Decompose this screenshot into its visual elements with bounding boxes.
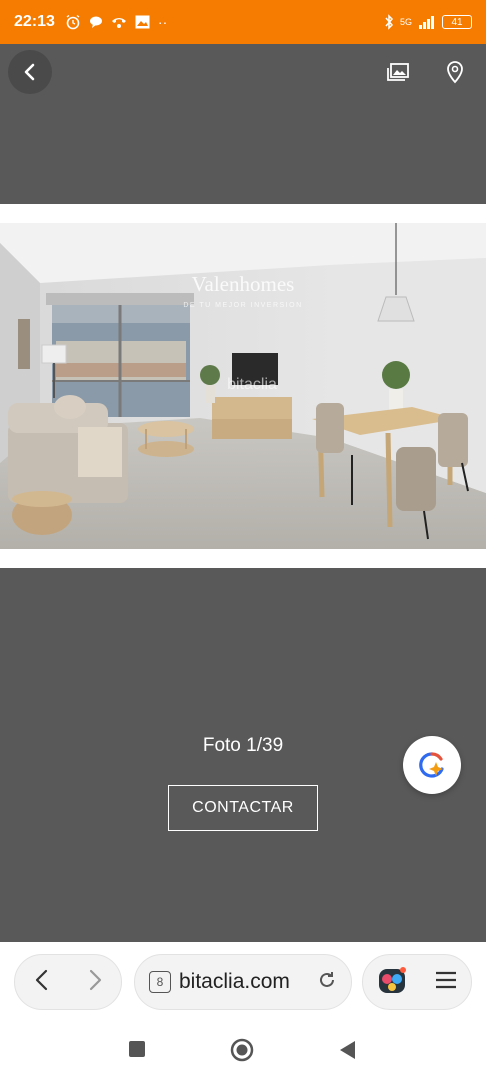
battery-level: 41 <box>451 16 463 28</box>
reload-icon <box>320 971 334 987</box>
battery-icon: 41 <box>442 15 472 29</box>
chat-icon <box>89 16 102 28</box>
hamburger-menu-icon <box>435 971 456 988</box>
chevron-right-icon <box>89 969 101 990</box>
status-overflow: ·· <box>157 14 168 30</box>
network-type: 5G <box>399 17 412 27</box>
chevron-left-icon <box>24 63 35 81</box>
gallery-view-button[interactable] <box>386 60 410 84</box>
living-room-image: Valenhomes DE TU MEJOR INVERSION bitacli… <box>0 223 486 549</box>
status-system-icons: 5G 41 <box>384 14 472 30</box>
chevron-left-icon <box>35 969 47 990</box>
gallery-icon <box>387 63 409 81</box>
triangle-back-icon <box>340 1041 355 1059</box>
watermark-site: bitaclia <box>227 376 277 393</box>
recent-apps-button[interactable] <box>128 1040 146 1063</box>
url-text[interactable]: bitaclia.com <box>179 970 309 994</box>
back-button[interactable] <box>8 50 52 94</box>
listing-photo[interactable]: Valenhomes DE TU MEJOR INVERSION bitacli… <box>0 223 486 549</box>
reload-button[interactable] <box>317 970 337 995</box>
bluetooth-icon <box>385 14 394 30</box>
extension-icon <box>378 966 406 993</box>
status-time: 22:13 <box>14 13 55 30</box>
signal-icon <box>419 16 434 29</box>
home-button[interactable] <box>230 1038 254 1067</box>
status-notification-icons: ·· <box>65 14 167 30</box>
browser-toolbar: 8 bitaclia.com <box>0 942 486 1022</box>
extension-button[interactable] <box>377 965 407 1000</box>
assistant-button[interactable] <box>403 736 461 794</box>
location-button[interactable] <box>444 60 468 84</box>
assistant-icon <box>419 752 444 778</box>
phone-icon <box>111 18 126 28</box>
browser-forward-button[interactable] <box>86 969 104 996</box>
photo-frame-bottom <box>0 549 486 568</box>
address-bar[interactable]: 8 bitaclia.com <box>134 954 352 1010</box>
photo-frame-top <box>0 204 486 223</box>
circle-icon <box>230 1038 254 1062</box>
map-pin-icon <box>447 61 463 84</box>
square-icon <box>129 1041 145 1057</box>
menu-button[interactable] <box>434 970 458 995</box>
nav-buttons <box>14 954 122 1010</box>
system-back-button[interactable] <box>338 1040 356 1065</box>
browser-back-button[interactable] <box>33 969 51 996</box>
watermark-tagline: DE TU MEJOR INVERSION <box>183 302 302 309</box>
watermark-brand: Valenhomes <box>192 272 295 296</box>
gallery-header <box>0 44 486 204</box>
browser-menu-group <box>362 954 472 1010</box>
gallery-icon <box>135 15 150 29</box>
system-navigation-bar <box>0 1022 486 1080</box>
tab-count[interactable]: 8 <box>149 971 171 993</box>
status-bar: 22:13 ·· 5G 41 <box>0 0 486 44</box>
alarm-icon <box>66 14 80 30</box>
contact-button[interactable]: CONTACTAR <box>168 785 318 831</box>
